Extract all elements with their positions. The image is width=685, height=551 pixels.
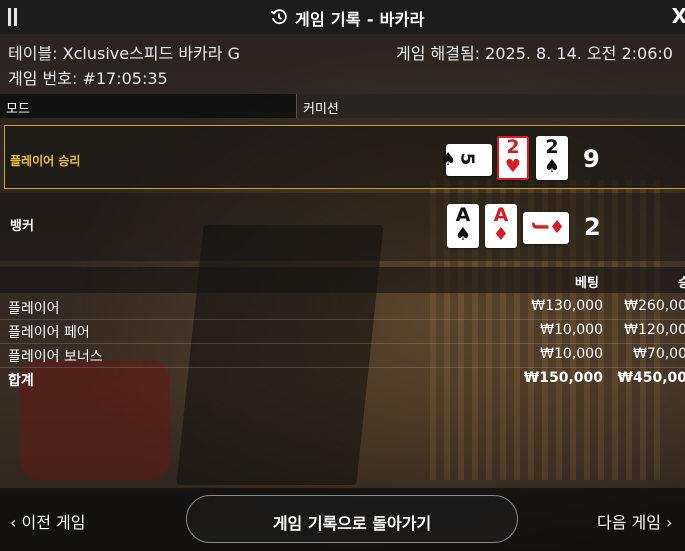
previous-game-button[interactable]: ‹ 이전 게임 <box>10 509 85 533</box>
player-score: 9 <box>583 145 600 173</box>
banker-card-3: J ♦ <box>523 212 569 244</box>
card-suit: ♠ <box>440 149 457 170</box>
top-bar: 게임 기록 - 바카라 X <box>0 0 685 34</box>
card-suit: ♦ <box>492 224 510 245</box>
table-name: 테이블: Xclusive스피드 바카라 G <box>8 44 240 63</box>
card-rank: A <box>493 204 509 226</box>
next-game-button[interactable]: 다음 게임 › <box>597 509 672 533</box>
game-number: 게임 번호: #17:05:35 <box>8 69 168 88</box>
player-card-2: 2 ♥ <box>497 136 529 180</box>
bet-amount: ₩10,000 <box>540 346 603 362</box>
banker-card-1: A ♠ <box>447 204 479 248</box>
column-divider <box>296 94 297 118</box>
banker-label: 뱅커 <box>10 219 34 234</box>
history-clock-icon <box>270 9 287 25</box>
table-total-row: 합계 ₩150,000 ₩450,00 <box>0 367 685 391</box>
card-rank: 2 <box>545 136 559 158</box>
bet-amount: ₩10,000 <box>540 322 603 338</box>
table-row: 플레이어 ₩130,000 ₩260,00 <box>0 295 685 320</box>
win-amount: ₩260,00 <box>624 298 685 314</box>
card-suit: ♠ <box>543 156 561 177</box>
total-label: 합계 <box>8 373 34 389</box>
card-suit: ♥ <box>504 156 522 177</box>
bets-header-row: 베팅 승 <box>0 267 685 293</box>
card-rank: A <box>455 204 471 226</box>
banker-card-2: A ♦ <box>485 204 517 248</box>
player-card-1: 5 ♠ <box>440 144 492 176</box>
back-to-history-label: 게임 기록으로 돌아가기 <box>272 514 432 533</box>
table-row: 플레이어 보너스 ₩10,000 ₩70,00 <box>0 343 685 368</box>
total-win-amount: ₩450,00 <box>617 370 685 386</box>
win-column-header: 승 <box>678 276 685 291</box>
bet-column-header: 베팅 <box>575 276 599 291</box>
banker-score: 2 <box>584 213 601 241</box>
close-icon[interactable]: X <box>672 6 685 26</box>
card-rank: J <box>530 223 552 231</box>
player-win-label: 플레이어 승리 <box>10 154 81 168</box>
bet-amount: ₩130,000 <box>531 298 603 314</box>
bet-name: 플레이어 <box>8 301 60 317</box>
mode-header-row: 모드 커미션 <box>0 94 685 118</box>
player-card-3: 2 ♠ <box>536 136 568 180</box>
total-bet-amount: ₩150,000 <box>523 370 603 386</box>
game-resolved-time: 게임 해결됨: 2025. 8. 14. 오전 2:06:0 <box>396 44 673 63</box>
banker-result-row <box>0 193 685 261</box>
back-to-history-button[interactable]: 게임 기록으로 돌아가기 <box>186 495 518 543</box>
win-amount: ₩120,00 <box>624 322 685 338</box>
win-amount: ₩70,00 <box>633 346 685 362</box>
card-rank: 5 <box>456 152 478 166</box>
table-row: 플레이어 페어 ₩10,000 ₩120,00 <box>0 319 685 344</box>
card-suit: ♦ <box>549 217 566 238</box>
card-rank: 2 <box>506 136 520 158</box>
pause-bars-icon[interactable] <box>8 8 18 26</box>
mode-header: 모드 <box>6 102 30 117</box>
bet-name: 플레이어 페어 <box>8 325 90 341</box>
page-title: 게임 기록 - 바카라 <box>295 10 425 29</box>
commission-header: 커미션 <box>303 102 339 117</box>
card-suit: ♠ <box>454 224 472 245</box>
bet-name: 플레이어 보너스 <box>8 349 103 365</box>
commission-cell <box>297 94 685 118</box>
